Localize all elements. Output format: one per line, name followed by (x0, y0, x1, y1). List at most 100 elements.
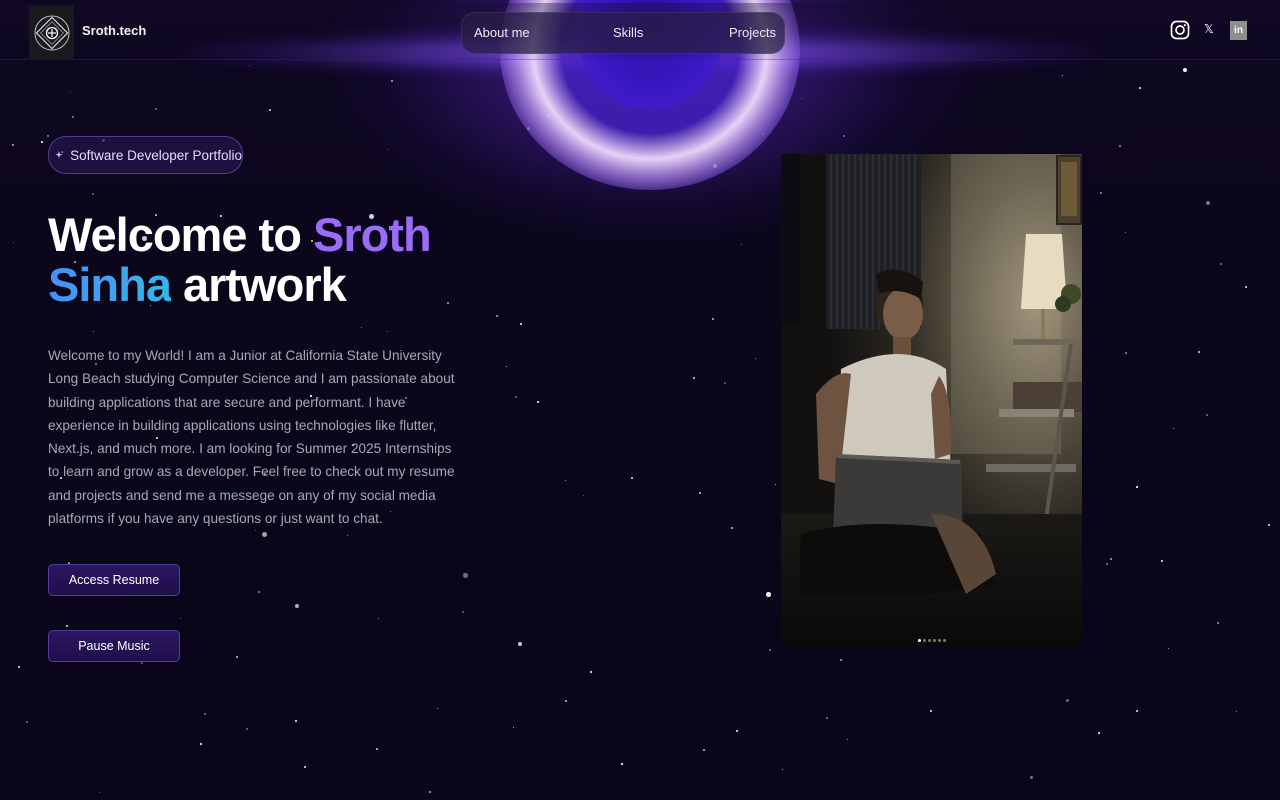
star (1125, 352, 1127, 354)
nav-item-projects[interactable]: Projects (729, 25, 776, 40)
star (496, 315, 498, 317)
star (1098, 732, 1100, 734)
star (1030, 776, 1034, 780)
star (513, 727, 515, 729)
star (930, 710, 932, 712)
star (204, 713, 206, 715)
carousel-dot[interactable] (937, 639, 941, 642)
star (724, 382, 726, 384)
badge-label: Software Developer Portfolio (70, 147, 242, 163)
star (506, 366, 507, 367)
star (295, 720, 297, 722)
access-resume-button[interactable]: Access Resume (48, 564, 180, 596)
star (520, 323, 523, 326)
star (1139, 87, 1141, 89)
star (347, 535, 349, 537)
headline-last-name: Sinha (48, 258, 172, 311)
star (70, 92, 72, 94)
star (1125, 232, 1127, 234)
star (99, 792, 101, 794)
star (518, 642, 523, 647)
star (92, 193, 95, 196)
carousel-dot[interactable] (917, 639, 921, 642)
star (1066, 699, 1069, 702)
headline-artwork: artwork (183, 258, 347, 311)
star (429, 791, 431, 793)
star (741, 244, 743, 246)
hero-headline: Welcome to Sroth Sinha artwork (48, 210, 488, 310)
star (462, 611, 464, 613)
profile-photo-carousel[interactable] (781, 154, 1082, 645)
site-logo[interactable] (29, 5, 74, 60)
star (1136, 710, 1139, 713)
star (249, 65, 251, 67)
star (1173, 428, 1175, 430)
star (387, 331, 389, 333)
x-icon[interactable]: 𝕏 (1204, 22, 1214, 36)
star (463, 573, 468, 578)
brand-name[interactable]: Sroth.tech (82, 23, 146, 38)
star (590, 671, 593, 674)
profile-photo (781, 154, 1082, 645)
star (72, 116, 75, 119)
star (1168, 648, 1170, 650)
carousel-dots (781, 639, 1082, 642)
intro-paragraph: Welcome to my World! I am a Junior at Ca… (48, 348, 455, 527)
star (537, 401, 539, 403)
star (703, 749, 705, 751)
star (295, 604, 300, 609)
portfolio-page: Sroth.tech About me Skills Projects 𝕏 in… (0, 0, 1280, 800)
carousel-dot[interactable] (942, 639, 946, 642)
star (583, 495, 585, 497)
star (1136, 486, 1138, 488)
star (769, 649, 771, 651)
nav-item-skills[interactable]: Skills (613, 25, 643, 40)
star (736, 730, 738, 732)
star (41, 141, 43, 143)
star (376, 748, 378, 750)
star (246, 728, 248, 730)
nav-item-about-me[interactable]: About me (474, 25, 530, 40)
star (1217, 622, 1220, 625)
star (840, 659, 842, 661)
star (631, 477, 633, 479)
star (437, 708, 439, 710)
star (1206, 414, 1208, 416)
star (236, 656, 238, 658)
star (12, 144, 14, 146)
star (18, 666, 20, 668)
star (26, 721, 29, 724)
star (1206, 201, 1211, 206)
star (766, 592, 771, 597)
star (826, 717, 828, 719)
carousel-dot[interactable] (922, 639, 926, 642)
instagram-icon[interactable] (1170, 20, 1190, 45)
main-nav: About me Skills Projects (461, 12, 785, 54)
carousel-dot[interactable] (932, 639, 936, 642)
carousel-dot[interactable] (927, 639, 931, 642)
star (565, 480, 567, 482)
star (180, 618, 182, 620)
sparkle-icon (55, 150, 64, 159)
star (361, 327, 363, 329)
portfolio-badge: Software Developer Portfolio (48, 136, 243, 174)
star (1110, 558, 1113, 561)
star (847, 739, 849, 741)
star (1236, 711, 1238, 713)
star (1245, 286, 1247, 288)
star (93, 331, 95, 333)
star (755, 358, 757, 360)
star (621, 763, 623, 765)
star (262, 532, 267, 537)
linkedin-icon[interactable]: in (1230, 21, 1247, 40)
logo-emblem-icon (34, 15, 69, 50)
star (693, 377, 695, 379)
site-header: Sroth.tech About me Skills Projects 𝕏 in (0, 3, 1280, 60)
star (155, 108, 157, 110)
star (378, 618, 379, 619)
star (304, 766, 307, 769)
pause-music-button[interactable]: Pause Music (48, 630, 180, 662)
star (1062, 75, 1064, 77)
star (1183, 68, 1188, 73)
star (1268, 524, 1271, 527)
